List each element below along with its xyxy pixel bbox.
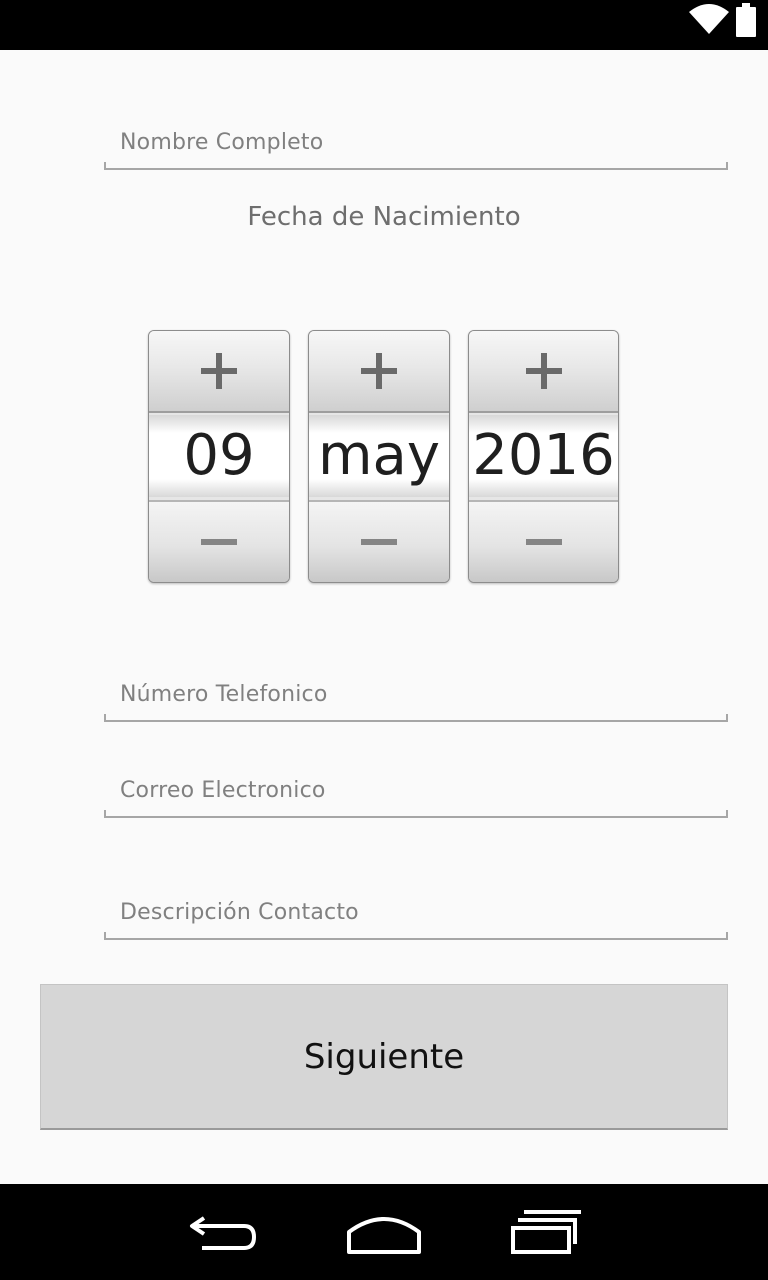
next-button[interactable]: Siguiente [40,984,728,1130]
day-picker: 09 [148,330,290,583]
recent-apps-button[interactable] [500,1204,590,1260]
status-bar [0,0,768,50]
minus-icon [361,539,397,545]
phone-field[interactable]: Número Telefonico [104,670,728,722]
plus-icon [201,353,237,389]
plus-icon [361,353,397,389]
year-picker: 2016 [468,330,619,583]
month-decrement-button[interactable] [309,500,449,582]
day-decrement-button[interactable] [149,500,289,582]
full-name-field[interactable]: Nombre Completo [104,118,728,170]
minus-icon [525,539,562,545]
year-value[interactable]: 2016 [469,415,618,497]
contact-description-field[interactable]: Descripción Contacto [104,888,728,940]
recent-apps-icon [511,1210,581,1254]
minus-icon [201,539,237,545]
month-picker: may [308,330,450,583]
year-increment-button[interactable] [469,331,618,413]
email-field[interactable]: Correo Electronico [104,766,728,818]
battery-icon [736,3,756,37]
birth-date-label: Fecha de Nacimiento [247,202,521,232]
month-value[interactable]: may [309,415,449,497]
form-screen: Nombre Completo Fecha de Nacimiento 09 m… [0,50,768,1184]
back-icon [190,1216,257,1250]
day-increment-button[interactable] [149,331,289,413]
back-button[interactable] [180,1204,270,1260]
month-increment-button[interactable] [309,331,449,413]
plus-icon [525,353,562,389]
year-decrement-button[interactable] [469,500,618,582]
next-button-label: Siguiente [303,1037,465,1077]
navigation-bar [0,1184,768,1280]
home-button[interactable] [339,1204,429,1260]
day-value[interactable]: 09 [149,415,289,497]
home-icon [347,1217,421,1254]
wifi-icon [689,4,729,34]
